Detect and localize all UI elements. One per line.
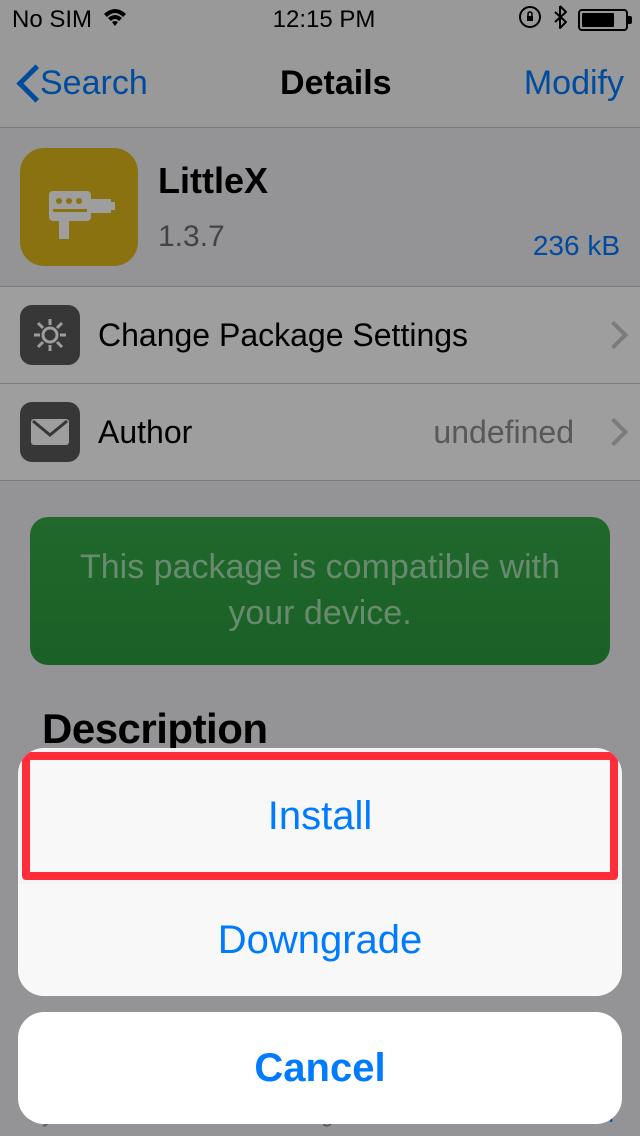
downgrade-button[interactable]: Downgrade <box>18 884 622 996</box>
install-highlight: Install <box>22 752 618 880</box>
action-sheet-group: Install Downgrade <box>18 748 622 996</box>
action-sheet: Install Downgrade Cancel <box>18 748 622 1124</box>
cancel-button[interactable]: Cancel <box>18 1012 622 1124</box>
install-button[interactable]: Install <box>30 760 610 872</box>
